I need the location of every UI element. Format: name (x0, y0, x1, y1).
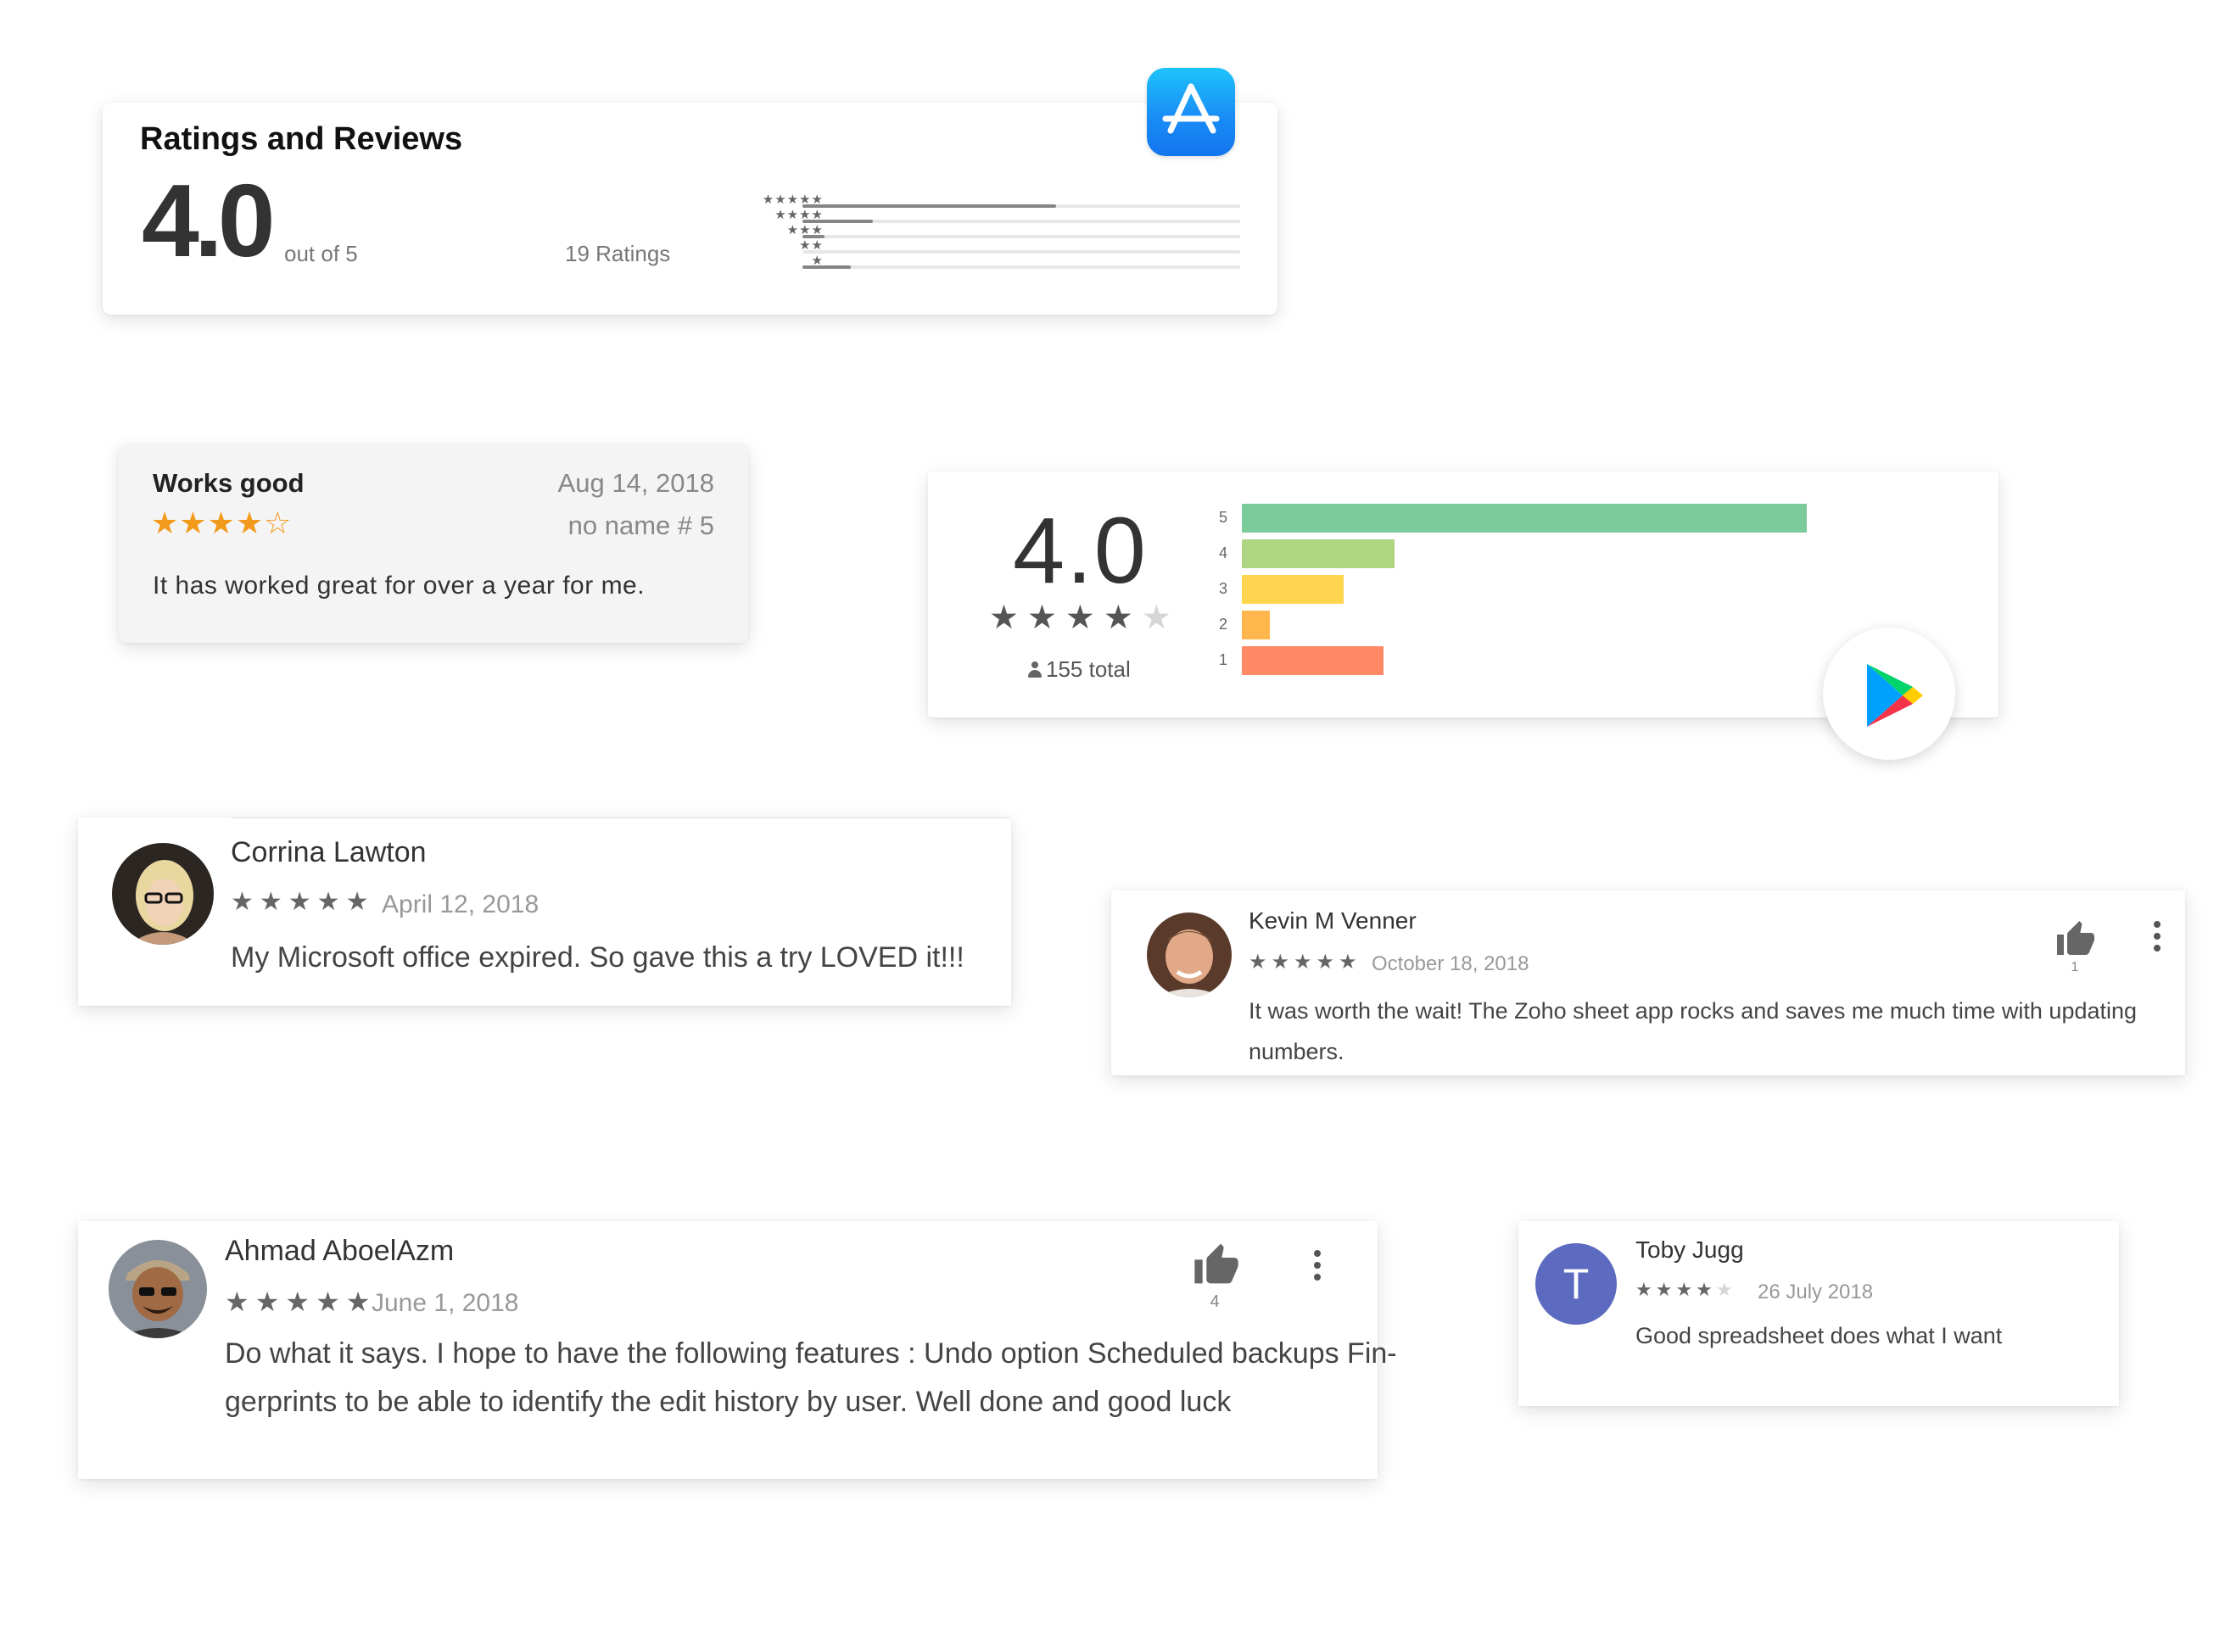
avatar[interactable] (112, 843, 214, 945)
review-date: October 18, 2018 (1372, 952, 1529, 975)
appstore-review-card: Works good Aug 14, 2018 ★★★★☆ no name # … (119, 444, 748, 643)
review-stars: ★★★★★ (1249, 951, 1361, 974)
more-options-icon[interactable] (2153, 921, 2161, 957)
appstore-ratings-card: Ratings and Reviews 4.0 out of 5 19 Rati… (103, 103, 1277, 315)
thumbs-up-count: 1 (2071, 960, 2079, 974)
stars-filled: ★★★★ (989, 600, 1142, 636)
histogram-label-2: 2 (1218, 616, 1227, 633)
histogram-label-3: 3 (1218, 580, 1227, 597)
distribution-row-3 (802, 229, 1240, 244)
histogram-label-4: 4 (1218, 544, 1227, 561)
ratings-title: Ratings and Reviews (140, 121, 463, 157)
thumbs-up-icon[interactable] (2055, 919, 2096, 961)
average-rating: 4.0 (1013, 499, 1148, 603)
review-card-corrina: Corrina Lawton ★★★★★ April 12, 2018 My M… (78, 818, 1011, 1006)
distribution-track (802, 265, 1240, 269)
google-play-icon (1823, 628, 1955, 760)
average-rating: 4.0 (142, 163, 276, 278)
stars-filled: ★★★★ (1635, 1279, 1716, 1300)
stars-empty: ★ (1141, 600, 1180, 636)
review-stars: ★★★★★ (231, 888, 375, 916)
histogram-bar-4 (1242, 539, 1395, 568)
review-card-toby: T Toby Jugg ★★★★★ 26 July 2018 Good spre… (1518, 1221, 2119, 1406)
thumbs-up-icon[interactable] (1193, 1242, 1240, 1290)
reviewer-name: Toby Jugg (1635, 1236, 1744, 1263)
person-icon (1027, 661, 1043, 678)
total-label: 155 total (1046, 656, 1131, 682)
histogram-label-1: 1 (1218, 651, 1227, 668)
avatar[interactable]: T (1535, 1243, 1617, 1325)
review-stars: ★★★★★ (1635, 1279, 1736, 1301)
review-body: My Microsoft office expired. So gave thi… (231, 941, 964, 974)
distribution-row-5 (802, 198, 1240, 214)
review-date: June 1, 2018 (372, 1289, 519, 1317)
avatar[interactable] (109, 1240, 207, 1338)
avatar[interactable] (1147, 913, 1232, 997)
review-body: It has worked great for over a year for … (153, 572, 646, 600)
review-body: Do what it says. I hope to have the foll… (225, 1337, 1397, 1418)
reviewer-name: Corrina Lawton (231, 836, 427, 868)
histogram-bar-3 (1242, 575, 1344, 604)
rating-distribution (802, 198, 1240, 275)
histogram-bar-1 (1242, 646, 1384, 675)
review-body: Good spreadsheet does what I want (1635, 1323, 2003, 1348)
distribution-fill (802, 204, 1056, 208)
distribution-row-4 (802, 214, 1240, 229)
review-date: 26 July 2018 (1758, 1281, 1874, 1303)
rating-stars: ★★★★★ (989, 599, 1180, 637)
review-card-kevin: Kevin M Venner ★★★★★ October 18, 2018 It… (1111, 890, 2185, 1075)
review-date: April 12, 2018 (382, 890, 539, 918)
reviewer-name: Kevin M Venner (1249, 907, 1417, 934)
distribution-row-2 (802, 244, 1240, 260)
stars-empty: ★ (1715, 1279, 1736, 1300)
distribution-row-1 (802, 260, 1240, 275)
out-of-label: out of 5 (284, 241, 358, 266)
review-card-ahmad: Ahmad AboelAzm ★★★★★ June 1, 2018 Do wha… (78, 1221, 1397, 1479)
distribution-fill (802, 265, 851, 269)
more-options-icon[interactable] (1313, 1250, 1322, 1286)
reviewer-name: Ahmad AboelAzm (225, 1235, 455, 1267)
histogram-bar-2 (1242, 611, 1270, 639)
distribution-fill (802, 220, 873, 223)
review-title: Works good (153, 468, 305, 498)
thumbs-up-count: 4 (1210, 1292, 1220, 1311)
ratings-count: 19 Ratings (565, 241, 671, 266)
review-author: no name # 5 (567, 511, 714, 540)
app-store-icon (1147, 68, 1235, 156)
review-date: Aug 14, 2018 (557, 468, 714, 498)
histogram-label-5: 5 (1218, 509, 1227, 526)
review-body: It was worth the wait! The Zoho sheet ap… (1249, 998, 2138, 1064)
review-stars: ★★★★☆ (151, 505, 293, 540)
histogram-bar-5 (1242, 504, 1807, 533)
distribution-track (802, 235, 1240, 238)
review-stars: ★★★★★ (225, 1286, 377, 1317)
distribution-track (802, 250, 1240, 254)
total-ratings: 155 total (1027, 656, 1131, 683)
distribution-fill (802, 235, 825, 238)
